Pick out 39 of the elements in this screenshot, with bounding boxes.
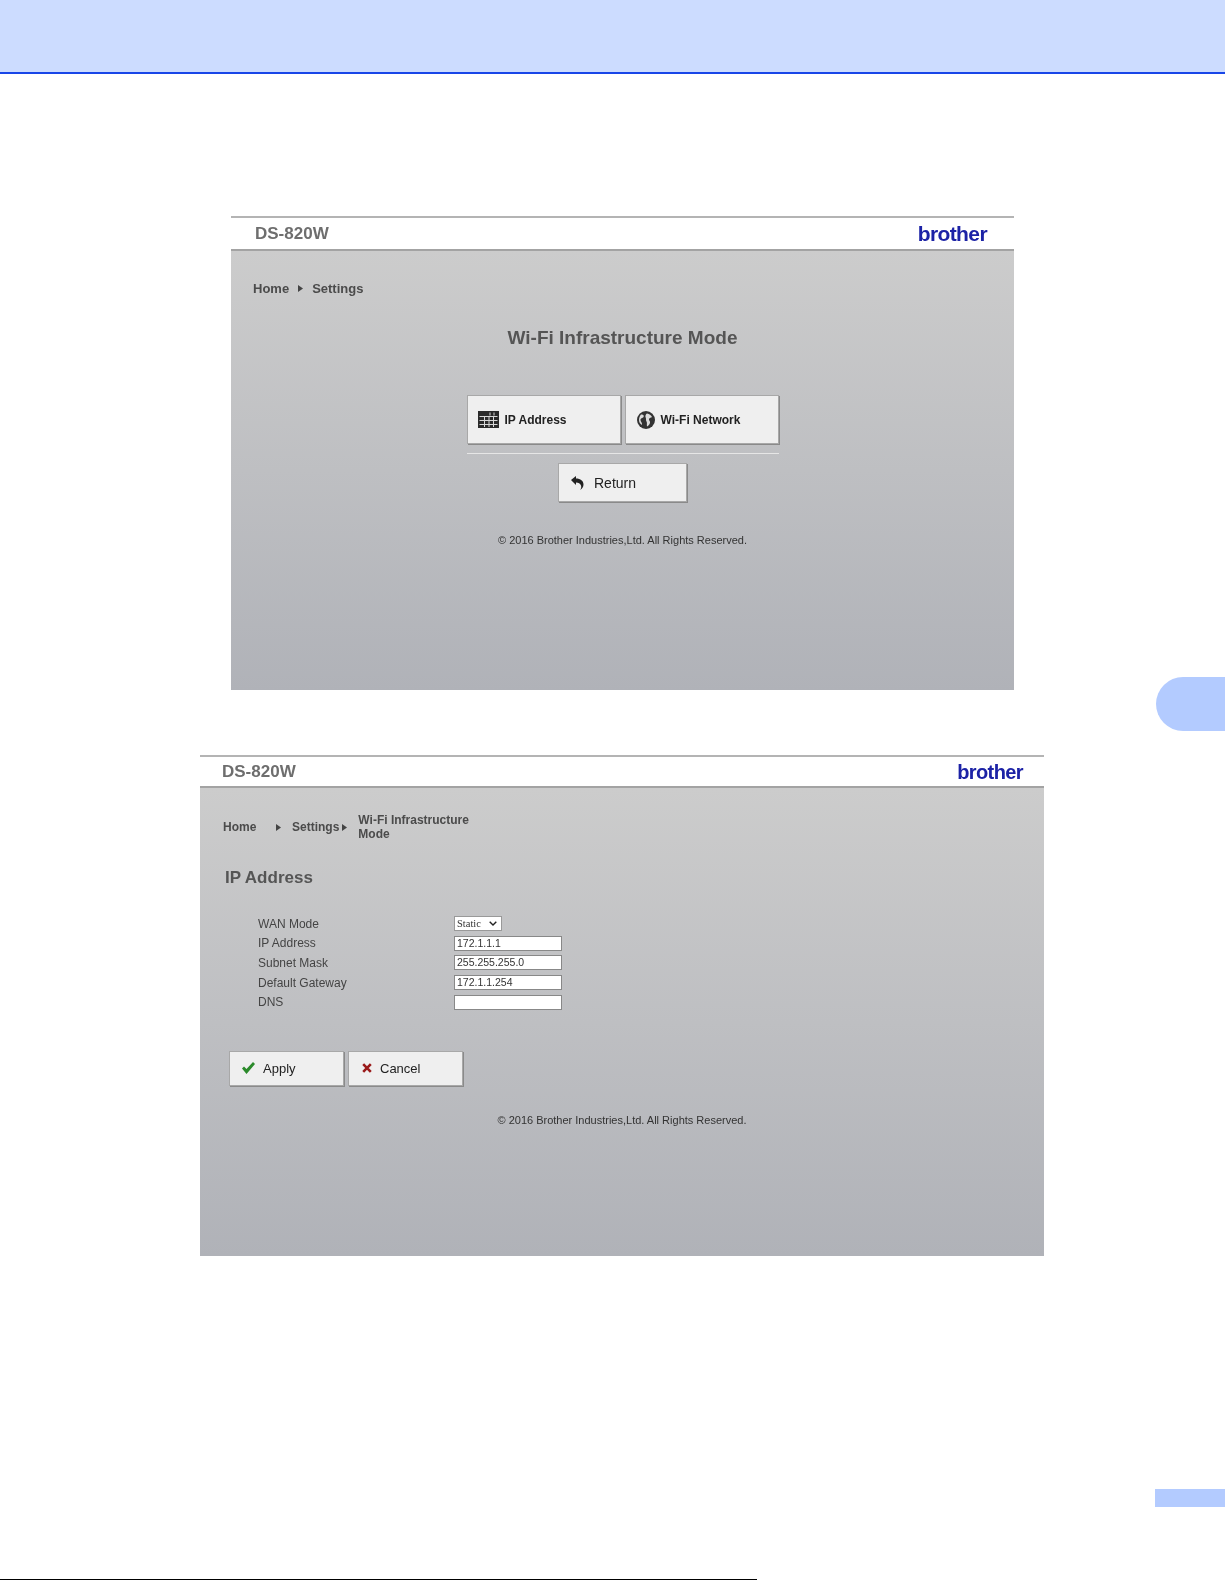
copyright-text: © 2016 Brother Industries,Ltd. All Rights Reserved.: [497, 533, 748, 547]
cross-icon: [362, 1063, 372, 1074]
breadcrumb-link[interactable]: Settings: [292, 820, 340, 834]
caret-right-icon: [298, 284, 304, 292]
page-title: Wi-Fi Infrastructure Mode: [506, 327, 739, 349]
return-arrow-icon: [571, 475, 584, 490]
select-field[interactable]: Static: [454, 916, 502, 932]
apply-button[interactable]: Apply: [229, 1050, 344, 1086]
globe-icon: [636, 410, 655, 429]
breadcrumb-link[interactable]: Wi-Fi Infrastructure Mode: [358, 813, 471, 841]
breadcrumb-link[interactable]: Home: [253, 280, 290, 296]
page-number-marker: [1155, 1489, 1225, 1507]
field-label: Default Gateway: [258, 975, 348, 990]
field-label: Subnet Mask: [258, 956, 330, 970]
breadcrumb-link[interactable]: Settings: [312, 280, 364, 296]
copyright-text: © 2016 Brother Industries,Ltd. All Rights Reserved.: [496, 1112, 748, 1127]
breadcrumb-link[interactable]: Home: [223, 820, 273, 834]
cancel-button[interactable]: Cancel: [348, 1050, 463, 1086]
chapter-marker: [1156, 677, 1225, 731]
model-name: DS-820W: [255, 223, 329, 244]
table-icon: [477, 411, 499, 428]
input-field[interactable]: 172.1.1.1: [454, 935, 562, 951]
page-title: IP Address: [225, 868, 314, 888]
input-field[interactable]: 172.1.1.254: [454, 975, 562, 991]
brand-logo: brother: [917, 223, 987, 244]
brand-logo: brother: [957, 761, 1023, 782]
caret-right-icon: [276, 823, 281, 831]
field-label: DNS: [258, 995, 285, 1010]
chevron-down-icon: [489, 921, 497, 927]
input-field[interactable]: [454, 994, 562, 1010]
checkmark-icon: [242, 1062, 255, 1075]
input-field[interactable]: 255.255.255.0: [454, 955, 562, 971]
return-button[interactable]: Return: [558, 463, 687, 502]
menu-button[interactable]: Wi-Fi Network: [624, 395, 779, 444]
field-label: IP Address: [258, 936, 317, 951]
caret-right-icon: [342, 823, 348, 831]
field-label: WAN Mode: [258, 916, 320, 931]
model-name: DS-820W: [222, 761, 296, 782]
menu-button[interactable]: IP Address: [466, 395, 621, 444]
